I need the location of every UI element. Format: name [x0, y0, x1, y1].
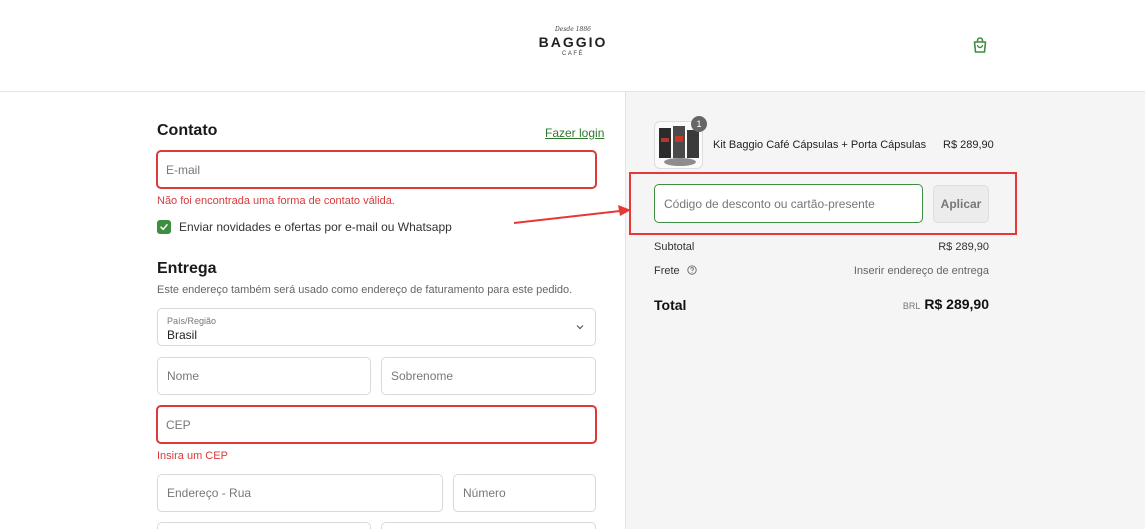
country-label: País/Região	[167, 316, 217, 326]
contact-error-message: Não foi encontrada uma forma de contato …	[157, 195, 395, 207]
header: Desde 1886 BAGGIO CAFÉ	[0, 0, 1145, 92]
complement-input-partial[interactable]	[157, 522, 371, 529]
country-value: Brasil	[167, 328, 198, 342]
total-value-row: BRL R$ 289,90	[903, 296, 989, 312]
subtotal-value: R$ 289,90	[938, 241, 989, 253]
last-name-placeholder: Sobrenome	[391, 369, 454, 383]
number-input[interactable]: Número	[453, 474, 596, 512]
delivery-subtitle: Este endereço também será usado como end…	[157, 284, 573, 296]
annotation-arrow	[513, 205, 631, 224]
subtotal-label: Subtotal	[654, 241, 695, 253]
product-name: Kit Baggio Café Cápsulas + Porta Cápsula…	[713, 139, 927, 151]
annotation-highlight-box	[629, 172, 1017, 235]
cep-input[interactable]: CEP	[156, 405, 597, 444]
shopping-bag-icon[interactable]	[971, 36, 989, 54]
total-label: Total	[654, 297, 687, 313]
email-placeholder: E-mail	[166, 162, 201, 177]
delivery-title: Entrega	[157, 260, 217, 277]
neighborhood-input-partial[interactable]	[381, 522, 596, 529]
quantity-badge: 1	[691, 116, 707, 132]
newsletter-checkbox[interactable]	[157, 220, 171, 234]
total-value: R$ 289,90	[924, 296, 989, 312]
check-icon	[160, 224, 168, 231]
total-currency: BRL	[902, 301, 921, 311]
product-price: R$ 289,90	[943, 139, 994, 151]
first-name-input[interactable]: Nome	[157, 357, 371, 395]
logo-sub: CAFÉ	[561, 51, 584, 57]
newsletter-label[interactable]: Enviar novidades e ofertas por e-mail ou…	[179, 220, 452, 234]
shipping-label: Frete	[654, 265, 680, 277]
street-placeholder: Endereço - Rua	[167, 486, 252, 500]
country-select[interactable]: País/Região Brasil	[157, 308, 596, 346]
baggio-logo[interactable]: Desde 1886 BAGGIO CAFÉ	[533, 26, 613, 58]
logo-main: BAGGIO	[538, 34, 608, 50]
first-name-placeholder: Nome	[167, 369, 200, 383]
login-link[interactable]: Fazer login	[545, 126, 604, 140]
last-name-input[interactable]: Sobrenome	[381, 357, 596, 395]
cep-error-message: Insira um CEP	[157, 450, 228, 462]
logo-script: Desde 1886	[554, 26, 591, 33]
email-input[interactable]: E-mail	[156, 150, 597, 189]
help-circle-icon[interactable]	[687, 265, 697, 275]
number-placeholder: Número	[463, 486, 506, 500]
chevron-down-icon	[576, 325, 584, 330]
shipping-label-row: Frete	[654, 265, 697, 277]
order-summary-panel	[625, 92, 1145, 529]
contact-title: Contato	[157, 122, 218, 139]
shipping-value: Inserir endereço de entrega	[853, 265, 989, 277]
cep-placeholder: CEP	[166, 417, 191, 432]
street-input[interactable]: Endereço - Rua	[157, 474, 443, 512]
